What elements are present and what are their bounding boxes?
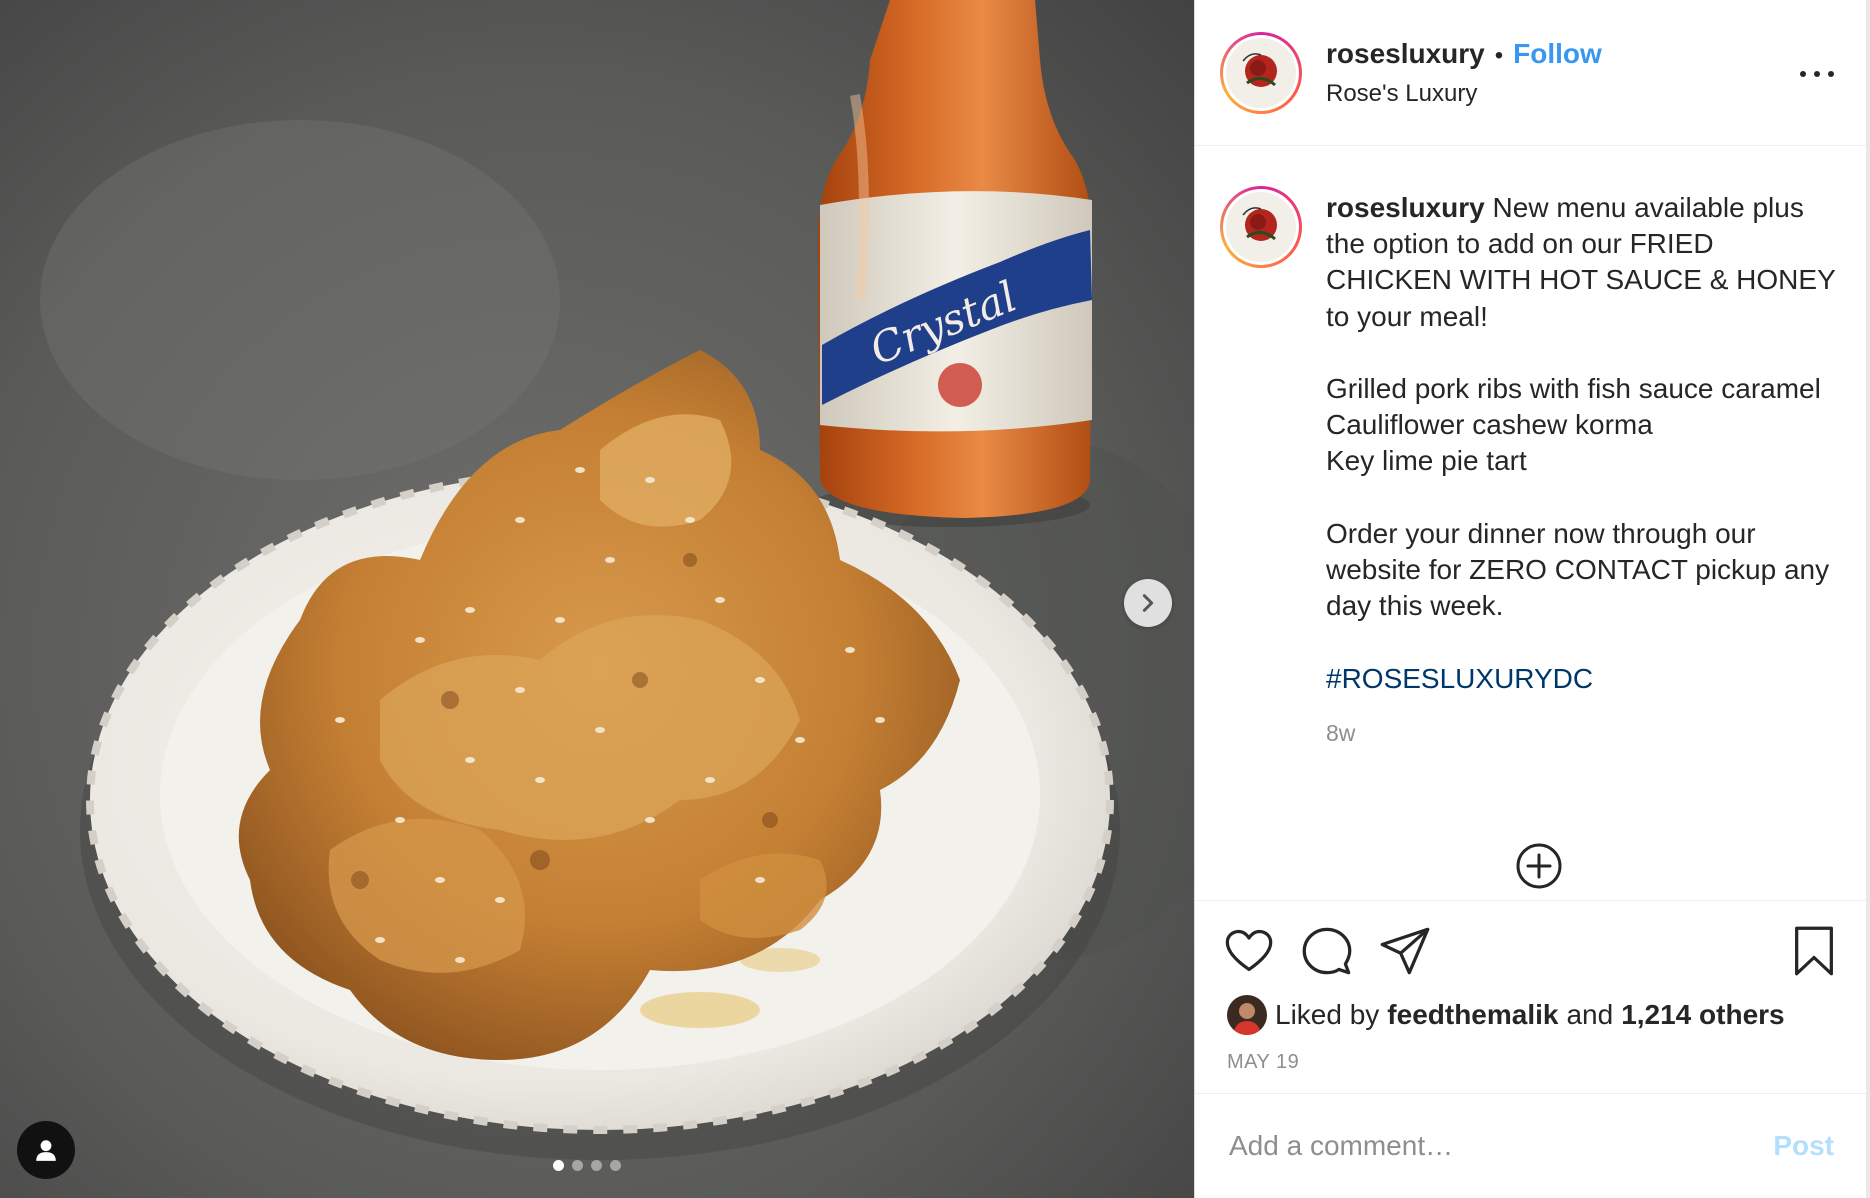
- action-bar: [1223, 925, 1431, 977]
- rose-logo: [1226, 37, 1296, 108]
- carousel-dot: [610, 1160, 621, 1171]
- carousel-dot: [591, 1160, 602, 1171]
- caption-avatar[interactable]: [1220, 186, 1302, 268]
- post-date: MAY 19: [1227, 1051, 1300, 1073]
- user-icon: [36, 1140, 56, 1161]
- person-icon: [1233, 1003, 1261, 1035]
- caption-line: Order your dinner now through our websit…: [1326, 517, 1830, 622]
- liker-username[interactable]: feedthemalik: [1387, 999, 1558, 1030]
- caption-line: Grilled pork ribs with fish sauce carame…: [1326, 373, 1821, 404]
- rose-icon: [1242, 207, 1277, 241]
- actions-section: Liked by feedthemalik and 1,214 others M…: [1195, 900, 1870, 1093]
- comments-section: rosesluxury New menu available plus the …: [1195, 146, 1870, 900]
- hashtag-link[interactable]: #ROSESLUXURYDC: [1326, 661, 1842, 697]
- bookmark-icon[interactable]: [1788, 925, 1840, 977]
- next-slide-button[interactable]: [1124, 579, 1172, 627]
- post-header: rosesluxury • Follow Rose's Luxury: [1195, 0, 1870, 146]
- separator-dot: •: [1494, 41, 1504, 69]
- liked-by-label: Liked by: [1275, 999, 1380, 1030]
- location-link[interactable]: Rose's Luxury: [1326, 80, 1602, 108]
- more-options-button[interactable]: [1800, 64, 1834, 84]
- comment-form: Post: [1195, 1093, 1870, 1198]
- post-sidebar: rosesluxury • Follow Rose's Luxury roses…: [1194, 0, 1870, 1198]
- author-avatar[interactable]: [1220, 31, 1302, 114]
- plus-circle-icon: [1516, 843, 1562, 889]
- likes-summary: Liked by feedthemalik and 1,214 others: [1227, 995, 1785, 1035]
- more-horizontal-icon: [1800, 71, 1806, 77]
- post-media[interactable]: Crystal: [0, 0, 1194, 1198]
- post-comment-button[interactable]: Post: [1773, 1130, 1834, 1162]
- rose-icon: [1242, 52, 1277, 87]
- instagram-post: Crystal rosesluxury • Follow Rose's Luxu…: [0, 0, 1870, 1198]
- follow-button[interactable]: Follow: [1513, 38, 1602, 70]
- comment-icon[interactable]: [1301, 925, 1353, 977]
- load-more-comments-button[interactable]: [1515, 842, 1563, 890]
- caption: rosesluxury New menu available plus the …: [1220, 186, 1842, 751]
- caption-line: Cauliflower cashew korma: [1326, 409, 1653, 441]
- caption-username[interactable]: rosesluxury: [1326, 192, 1485, 223]
- chevron-right-icon: [1142, 594, 1154, 612]
- comment-input[interactable]: [1227, 1129, 1774, 1163]
- and-label: and: [1566, 999, 1614, 1030]
- liker-avatar[interactable]: [1227, 995, 1267, 1035]
- caption-line: Key lime pie tart: [1326, 445, 1527, 477]
- caption-text: rosesluxury New menu available plus the …: [1326, 190, 1842, 751]
- carousel-dot: [553, 1160, 564, 1171]
- carousel-dot: [572, 1160, 583, 1171]
- caption-timestamp: 8w: [1326, 719, 1356, 746]
- likes-count[interactable]: 1,214 others: [1621, 999, 1784, 1030]
- share-icon[interactable]: [1379, 925, 1431, 977]
- tagged-users-button[interactable]: [17, 1121, 75, 1179]
- author-username[interactable]: rosesluxury: [1326, 38, 1485, 70]
- heart-icon[interactable]: [1223, 925, 1275, 977]
- post-photo: Crystal: [0, 0, 1194, 1198]
- rose-logo: [1226, 192, 1296, 262]
- carousel-indicator: [553, 1160, 621, 1171]
